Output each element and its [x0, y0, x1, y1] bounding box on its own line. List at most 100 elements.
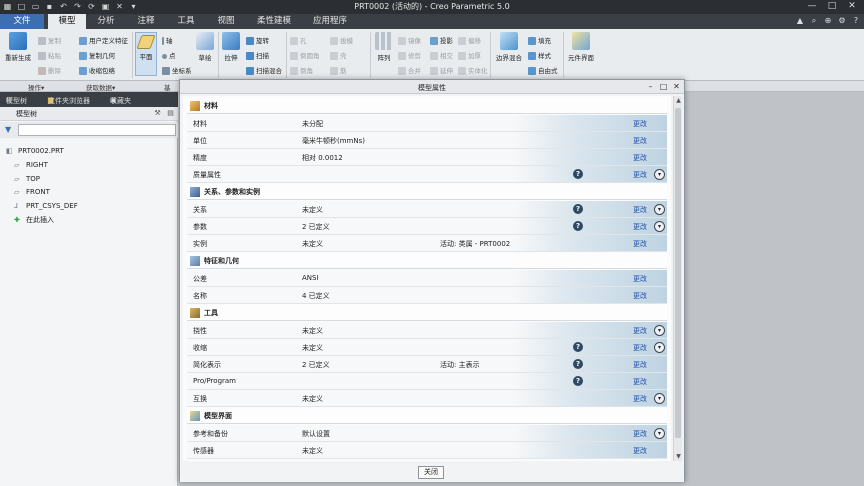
info-icon[interactable]: ?	[573, 376, 583, 386]
change-link[interactable]: 更改	[633, 119, 647, 129]
csys-button[interactable]: 坐标系	[162, 65, 192, 75]
project-button[interactable]: 投影	[430, 35, 453, 45]
scrollbar-thumb[interactable]	[675, 108, 681, 438]
settings-icon[interactable]: ⚙	[836, 15, 848, 27]
tab-file[interactable]: 文件	[0, 14, 44, 29]
dialog-scrollbar[interactable]: ▲ ▼	[673, 96, 682, 461]
freestyle-button[interactable]: 自由式	[528, 65, 558, 75]
tree-item-insert-here[interactable]: ✚ 在此插入	[14, 215, 54, 225]
axis-button[interactable]: 轴	[162, 35, 173, 45]
trim-button[interactable]: 修剪	[398, 50, 421, 60]
merge-button[interactable]: 合并	[398, 65, 421, 75]
help-icon[interactable]: ?	[850, 15, 862, 27]
change-link[interactable]: 更改	[633, 136, 647, 146]
change-link[interactable]: 更改	[633, 343, 647, 353]
sketch-button[interactable]: 草绘	[194, 32, 216, 62]
tree-item-csys[interactable]: ⅃ PRT_CSYS_DEF	[14, 202, 78, 210]
copy-button[interactable]: 复制	[38, 35, 61, 45]
draft-button[interactable]: 拔模	[330, 35, 353, 45]
tree-columns-icon[interactable]: ▤	[165, 108, 176, 119]
expand-chevron-icon[interactable]: ▾	[654, 428, 665, 439]
maximize-icon[interactable]: □	[822, 0, 842, 14]
tab-view[interactable]: 视图	[208, 14, 244, 29]
tab-flexible-modeling[interactable]: 柔性建模	[248, 14, 300, 29]
close-button[interactable]: 关闭	[418, 466, 444, 479]
change-link[interactable]: 更改	[633, 153, 647, 163]
delete-button[interactable]: 删除	[38, 65, 61, 75]
group-get-data[interactable]: 获取数据▾	[86, 82, 115, 92]
sweep-button[interactable]: 扫描	[246, 50, 269, 60]
dialog-close-icon[interactable]: ✕	[672, 81, 681, 92]
boundary-blend-button[interactable]: 边界混合	[493, 32, 525, 62]
shell-button[interactable]: 壳	[330, 50, 347, 60]
expand-chevron-icon[interactable]: ▾	[654, 221, 665, 232]
dialog-maximize-icon[interactable]: □	[659, 81, 668, 92]
tab-applications[interactable]: 应用程序	[304, 14, 356, 29]
pattern-button[interactable]: 阵列	[373, 32, 395, 62]
filter-icon[interactable]: ▼	[5, 125, 11, 134]
change-link[interactable]: 更改	[633, 377, 647, 387]
change-link[interactable]: 更改	[633, 446, 647, 456]
expand-chevron-icon[interactable]: ▾	[654, 169, 665, 180]
intersect-button[interactable]: 相交	[430, 50, 453, 60]
dialog-minimize-icon[interactable]: –	[646, 81, 655, 92]
expand-chevron-icon[interactable]: ▾	[654, 393, 665, 404]
extend-button[interactable]: 延伸	[430, 65, 453, 75]
extrude-button[interactable]: 拉伸	[220, 32, 242, 62]
tab-annotate[interactable]: 注释	[128, 14, 164, 29]
user-defined-feature-button[interactable]: 用户定义特征	[79, 35, 128, 45]
minimize-icon[interactable]: —	[802, 0, 822, 14]
tree-settings-icon[interactable]: ⚒	[152, 108, 163, 119]
zoom-icon[interactable]: ⊕	[822, 15, 834, 27]
tree-item-right[interactable]: ▱ RIGHT	[14, 161, 48, 169]
paste-button[interactable]: 粘贴	[38, 50, 61, 60]
change-link[interactable]: 更改	[633, 239, 647, 249]
swept-blend-button[interactable]: 扫描混合	[246, 65, 282, 75]
solidify-button[interactable]: 实体化	[458, 65, 488, 75]
group-operations[interactable]: 操作▾	[28, 82, 44, 92]
revolve-button[interactable]: 旋转	[246, 35, 269, 45]
tree-item-part[interactable]: ◧ PRT0002.PRT	[6, 147, 64, 155]
change-link[interactable]: 更改	[633, 326, 647, 336]
rib-button[interactable]: 筋	[330, 65, 347, 75]
group-datum[interactable]: 基	[164, 82, 171, 92]
info-icon[interactable]: ?	[573, 342, 583, 352]
info-icon[interactable]: ?	[573, 169, 583, 179]
info-icon[interactable]: ?	[573, 359, 583, 369]
change-link[interactable]: 更改	[633, 222, 647, 232]
change-link[interactable]: 更改	[633, 394, 647, 404]
expand-chevron-icon[interactable]: ▾	[654, 204, 665, 215]
hole-button[interactable]: 孔	[290, 35, 307, 45]
change-link[interactable]: 更改	[633, 205, 647, 215]
expand-chevron-icon[interactable]: ▾	[654, 325, 665, 336]
plane-button[interactable]: 平面	[135, 32, 157, 76]
info-icon[interactable]: ?	[573, 221, 583, 231]
tree-item-top[interactable]: ▱ TOP	[14, 175, 40, 183]
mirror-button[interactable]: 镜像	[398, 35, 421, 45]
shrinkwrap-button[interactable]: 收缩包络	[79, 65, 115, 75]
expand-chevron-icon[interactable]: ▾	[654, 342, 665, 353]
tree-filter-input[interactable]	[18, 124, 176, 136]
search-icon[interactable]: ⌕	[808, 15, 820, 27]
style-button[interactable]: 样式	[528, 50, 551, 60]
change-link[interactable]: 更改	[633, 170, 647, 180]
fill-button[interactable]: 填充	[528, 35, 551, 45]
offset-button[interactable]: 偏移	[458, 35, 481, 45]
change-link[interactable]: 更改	[633, 360, 647, 370]
tab-analysis[interactable]: 分析	[88, 14, 124, 29]
copy-geometry-button[interactable]: 复制几何	[79, 50, 115, 60]
scroll-up-icon[interactable]: ▲	[674, 97, 683, 104]
regenerate-button[interactable]: 重新生成	[4, 32, 32, 62]
info-icon[interactable]: ?	[573, 204, 583, 214]
change-link[interactable]: 更改	[633, 291, 647, 301]
component-interface-button[interactable]: 元件界面	[566, 32, 596, 62]
tree-item-front[interactable]: ▱ FRONT	[14, 188, 50, 196]
point-button[interactable]: 点	[162, 50, 176, 60]
round-button[interactable]: 倒圆角	[290, 50, 320, 60]
tab-tools[interactable]: 工具	[168, 14, 204, 29]
change-link[interactable]: 更改	[633, 274, 647, 284]
chamfer-button[interactable]: 倒角	[290, 65, 313, 75]
scroll-down-icon[interactable]: ▼	[674, 453, 683, 460]
thicken-button[interactable]: 加厚	[458, 50, 481, 60]
expand-icon[interactable]: ▲	[794, 15, 806, 27]
